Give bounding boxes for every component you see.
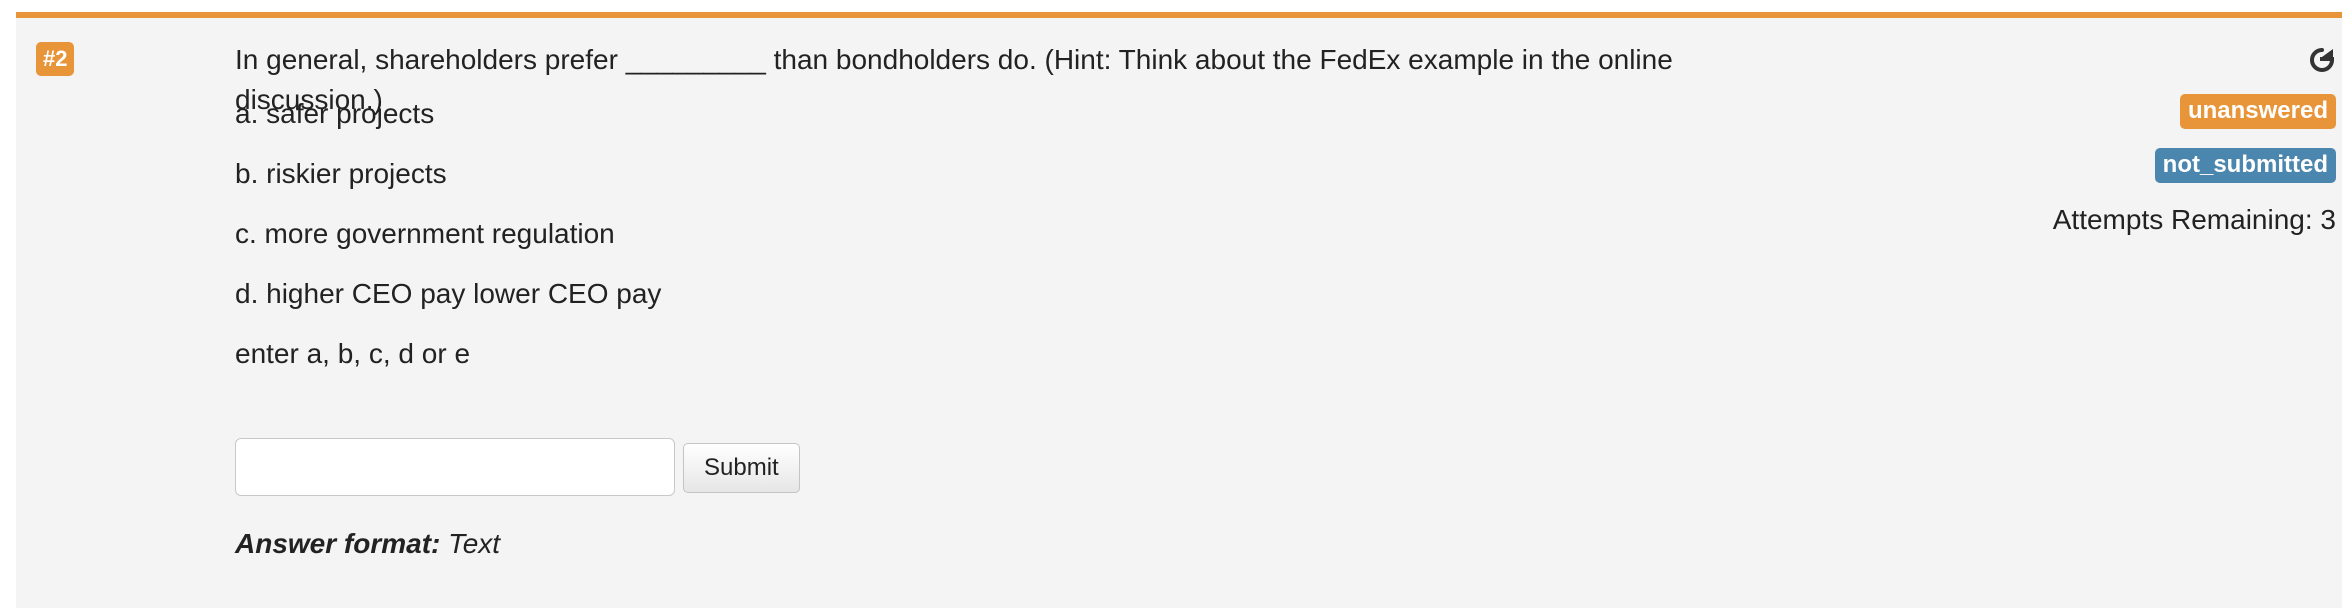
prompt-text-before: In general, shareholders prefer	[235, 44, 626, 75]
answer-input[interactable]	[235, 438, 675, 496]
question-panel: #2 In general, shareholders prefer _____…	[16, 12, 2342, 608]
prompt-blank: _________	[625, 44, 766, 75]
question-status-panel: unanswered not_submitted Attempts Remain…	[1936, 18, 2336, 258]
answer-format: Answer format: Text	[235, 526, 500, 562]
status-badge-submission: not_submitted	[2154, 148, 2336, 183]
answer-instruction: enter a, b, c, d or e	[235, 338, 471, 369]
status-badge-unanswered: unanswered	[2179, 94, 2336, 129]
submit-button[interactable]: Submit	[683, 443, 800, 493]
answer-format-label: Answer format:	[235, 528, 441, 559]
choice-c: c. more government regulation	[235, 218, 615, 249]
question-prompt: In general, shareholders prefer ________…	[235, 40, 1715, 120]
choice-a: a. safer projects	[235, 98, 435, 129]
choice-b: b. riskier projects	[235, 158, 447, 189]
choice-d: d. higher CEO pay lower CEO pay	[235, 278, 662, 309]
reload-icon[interactable]	[2308, 46, 2336, 74]
answer-format-value: Text	[448, 528, 501, 559]
question-number-badge: #2	[36, 42, 75, 76]
attempts-remaining: Attempts Remaining: 3	[2052, 204, 2336, 235]
